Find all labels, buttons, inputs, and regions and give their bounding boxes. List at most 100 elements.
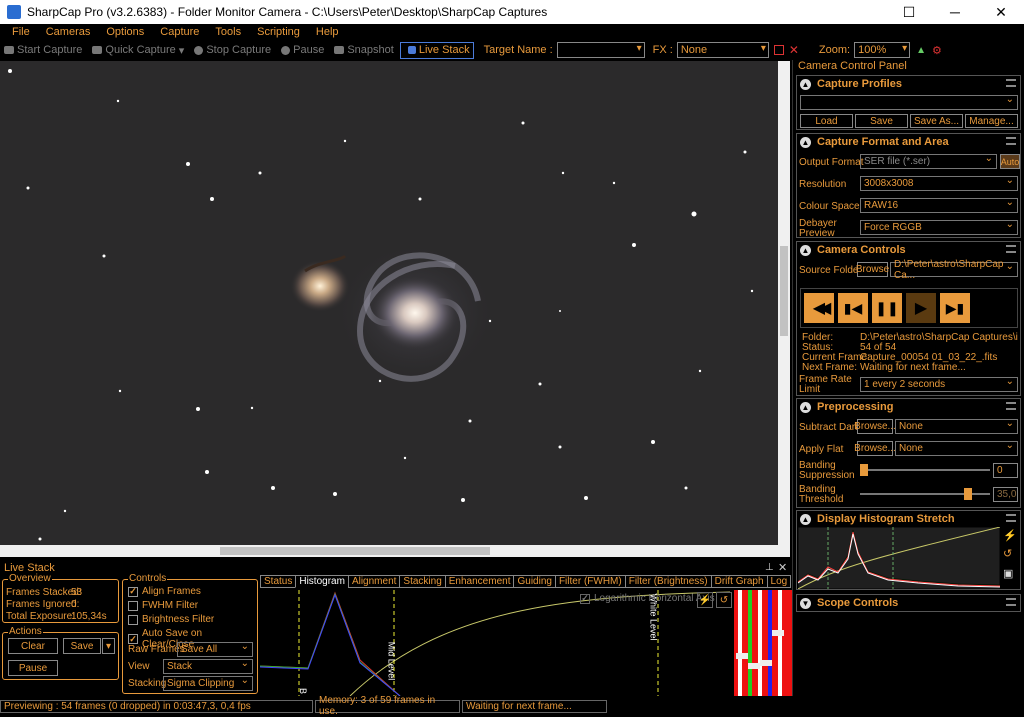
play-button[interactable]: ▶ [906,293,936,323]
fx-select[interactable]: None [676,42,769,58]
menu-tools[interactable]: Tools [215,26,241,38]
tab-filter-brightness[interactable]: Filter (Brightness) [624,575,712,588]
auto-stretch-icon[interactable]: ⚡ [697,592,713,608]
step-forward-button[interactable]: ▶▮ [940,293,970,323]
pause-stack-button[interactable]: Pause [8,660,58,676]
load-button[interactable]: Load [800,114,853,128]
menu-help[interactable]: Help [316,26,339,38]
menu-icon[interactable] [1006,514,1016,522]
color-balance-sliders[interactable] [734,590,792,696]
align-frames-checkbox[interactable]: ✓ Align Frames [128,586,201,597]
close-button[interactable]: ✕ [978,0,1024,24]
scrollbar-thumb[interactable] [220,547,490,555]
stacking-select[interactable]: Sigma Clipping [163,675,253,691]
browse-flat-button[interactable]: Browse... [854,441,896,456]
close-panel-icon[interactable]: ✕ [778,561,787,574]
browse-folder-button[interactable]: Browse [856,262,889,277]
browse-dark-button[interactable]: Browse... [854,419,896,434]
start-capture-button[interactable]: Start Capture [0,44,82,56]
banding-suppression-value[interactable]: 0 [993,463,1018,478]
resolution-select[interactable]: 3008x3008 [860,175,1018,191]
output-format-select[interactable]: SER file (*.ser) [860,153,997,169]
menu-scripting[interactable]: Scripting [257,26,300,38]
preprocessing-header[interactable]: ▲ Preprocessing [797,399,1020,415]
histogram-stretch-graph[interactable] [798,527,1000,589]
manage-button[interactable]: Manage... [965,114,1018,128]
clear-button[interactable]: Clear [8,638,58,654]
crosshair-icon[interactable]: ✕ [789,43,799,57]
target-name-input[interactable] [556,42,645,58]
minimize-button[interactable]: ─ [932,0,978,24]
profile-select[interactable] [800,94,1018,110]
menu-icon[interactable] [1006,137,1016,145]
pin-icon[interactable]: ⊥ [765,562,774,573]
pause-playback-button[interactable]: ❚❚ [872,293,902,323]
chevron-up-icon[interactable]: ▲ [800,136,811,148]
menu-capture[interactable]: Capture [160,26,199,38]
chevron-up-icon[interactable]: ▲ [800,401,811,413]
tab-histogram[interactable]: Histogram [295,575,349,588]
tab-guiding[interactable]: Guiding [513,575,556,588]
banding-suppression-slider[interactable] [860,462,990,480]
chevron-up-icon[interactable]: ▲ [800,513,811,525]
tab-log[interactable]: Log [766,575,792,588]
banding-threshold-slider[interactable] [860,486,990,504]
save-stack-button[interactable]: Save [63,638,101,654]
tab-alignment[interactable]: Alignment [347,575,401,588]
histogram-stretch-header[interactable]: ▲ Display Histogram Stretch [797,511,1020,527]
viewport-horizontal-scrollbar[interactable] [0,545,790,557]
settings-icon[interactable]: ⚙ [932,44,942,57]
tab-enhancement[interactable]: Enhancement [444,575,515,588]
flat-select[interactable]: None [895,440,1018,456]
save-profile-button[interactable]: Save [855,114,908,128]
menu-icon[interactable] [1006,79,1016,87]
frame-rate-limit-select[interactable]: 1 every 2 seconds [860,376,1018,392]
chevron-down-icon[interactable]: ▼ [800,597,811,609]
scrollbar-thumb[interactable] [780,246,788,336]
image-viewport[interactable] [0,61,778,545]
live-stack-histogram[interactable] [260,590,730,696]
log-axis-checkbox[interactable]: ✓ Logarithmic Horizontal Axis [580,593,715,604]
live-stack-button[interactable]: Live Stack [399,41,474,59]
reset-stretch-icon[interactable]: ↺ [716,592,732,608]
maximize-button[interactable]: ☐ [886,0,932,24]
save-as-button[interactable]: Save As... [910,114,963,128]
view-select[interactable]: Stack [163,658,253,674]
rewind-button[interactable]: ◀◀ [804,293,834,323]
menu-file[interactable]: File [12,26,30,38]
crop-icon[interactable] [773,45,784,55]
zoom-select[interactable]: 100% [854,42,911,58]
source-folder-select[interactable]: D:\Peter\astro\SharpCap Ca... [890,259,1018,281]
histogram-mini-icon[interactable]: ▲ [916,45,926,56]
menu-icon[interactable] [1006,245,1016,253]
slider-thumb[interactable] [963,488,972,500]
menu-icon[interactable] [1006,598,1016,606]
slider-thumb[interactable] [860,464,868,476]
tab-filter-fwhm[interactable]: Filter (FWHM) [554,575,626,588]
colour-space-select[interactable]: RAW16 [860,197,1018,213]
save-options-button[interactable]: ▾ [102,638,115,654]
auto-button[interactable]: Auto [1000,154,1020,169]
reset-icon[interactable]: ↺ [1003,547,1017,561]
fwhm-filter-checkbox[interactable]: FWHM Filter [128,600,198,611]
capture-profiles-header[interactable]: ▲ Capture Profiles [797,76,1020,92]
tab-stacking[interactable]: Stacking [399,575,446,588]
debayer-preview-select[interactable]: Force RGGB [860,219,1018,235]
step-back-button[interactable]: ▮◀ [838,293,868,323]
raw-frames-select[interactable]: Save All [177,641,253,657]
quick-capture-button[interactable]: Quick Capture ▾ [88,44,184,57]
brightness-filter-checkbox[interactable]: Brightness Filter [128,614,214,625]
scope-controls-header[interactable]: ▼ Scope Controls [797,595,1020,611]
stop-capture-button[interactable]: Stop Capture [190,44,271,56]
tab-drift-graph[interactable]: Drift Graph [710,575,768,588]
camera-controls-header[interactable]: ▲ Camera Controls [797,242,1020,258]
save-icon[interactable]: ▣ [1003,567,1017,581]
snapshot-button[interactable]: Snapshot [330,44,394,56]
menu-options[interactable]: Options [106,26,144,38]
chevron-up-icon[interactable]: ▲ [800,78,811,90]
chevron-up-icon[interactable]: ▲ [800,244,811,256]
menu-icon[interactable] [1006,402,1016,410]
banding-threshold-value[interactable]: 35,0 [993,487,1018,502]
tab-status[interactable]: Status [260,575,297,588]
menu-cameras[interactable]: Cameras [46,26,91,38]
